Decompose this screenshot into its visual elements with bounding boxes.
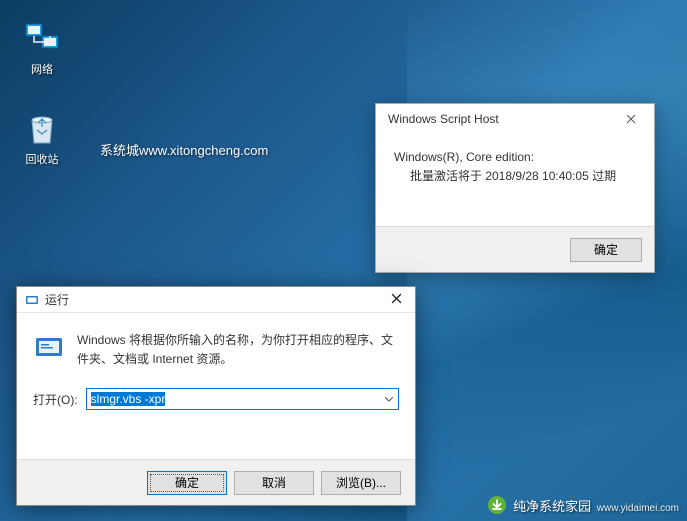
open-label: 打开(O): xyxy=(33,391,78,408)
wsh-titlebar[interactable]: Windows Script Host xyxy=(376,104,654,134)
open-combobox[interactable] xyxy=(86,388,399,410)
brand-url: www.yidaimei.com xyxy=(597,503,679,514)
run-titlebar[interactable]: 运行 xyxy=(17,287,415,313)
wsh-dialog: Windows Script Host Windows(R), Core edi… xyxy=(375,103,655,273)
open-input[interactable] xyxy=(86,388,399,410)
wsh-message-line1: Windows(R), Core edition: xyxy=(394,148,636,167)
ok-button[interactable]: 确定 xyxy=(570,238,642,262)
wsh-body: Windows(R), Core edition: 批量激活将于 2018/9/… xyxy=(376,134,654,226)
run-title-text: 运行 xyxy=(45,291,381,308)
desktop-icon-network[interactable]: 网络 xyxy=(12,18,72,77)
close-button[interactable] xyxy=(616,111,646,127)
ok-button[interactable]: 确定 xyxy=(147,471,227,495)
desktop-watermark: 系统城www.xitongcheng.com xyxy=(100,140,268,159)
run-dialog: 运行 Windows 将根据你所输入的名称，为你打开相应的程序、文件夹、文档或 … xyxy=(16,286,416,506)
close-button[interactable] xyxy=(381,291,411,308)
browse-button[interactable]: 浏览(B)... xyxy=(321,471,401,495)
cancel-button[interactable]: 取消 xyxy=(234,471,314,495)
run-title-icon xyxy=(25,293,39,307)
dropdown-button[interactable] xyxy=(380,389,398,409)
wsh-message-line2: 批量激活将于 2018/9/28 10:40:05 过期 xyxy=(394,167,636,186)
desktop-icon-label: 网络 xyxy=(31,64,53,76)
run-body: Windows 将根据你所输入的名称，为你打开相应的程序、文件夹、文档或 Int… xyxy=(17,313,415,459)
recycle-bin-icon xyxy=(22,108,62,148)
desktop-icon-label: 回收站 xyxy=(26,154,59,166)
close-icon xyxy=(391,293,402,304)
brand-name: 纯净系统家园 xyxy=(513,499,591,514)
run-dialog-icon xyxy=(33,331,65,363)
network-icon xyxy=(22,18,62,58)
download-icon xyxy=(487,495,507,515)
wsh-footer: 确定 xyxy=(376,226,654,272)
desktop-icon-recycle[interactable]: 回收站 xyxy=(12,108,72,167)
run-footer: 确定 取消 浏览(B)... xyxy=(17,459,415,505)
chevron-down-icon xyxy=(385,397,393,402)
branding: 纯净系统家园 www.yidaimei.com xyxy=(487,495,679,515)
run-description: Windows 将根据你所输入的名称，为你打开相应的程序、文件夹、文档或 Int… xyxy=(77,331,399,368)
desktop: 网络 回收站 系统城www.xitongcheng.com Windows Sc… xyxy=(0,0,687,521)
close-icon xyxy=(626,114,636,124)
wsh-title-text: Windows Script Host xyxy=(388,112,616,126)
